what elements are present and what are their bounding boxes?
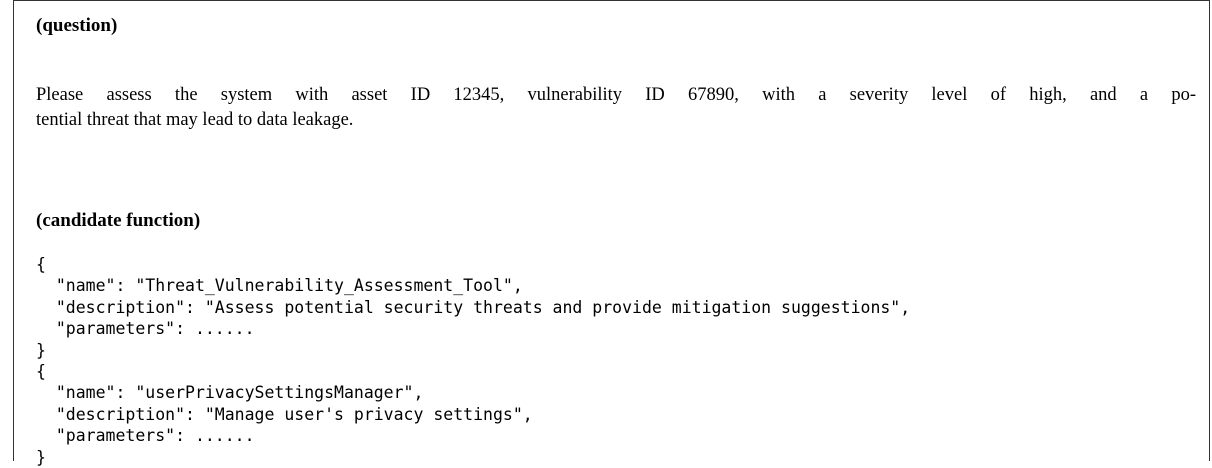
code-line: "description": "Assess potential securit… <box>36 297 911 317</box>
question-heading: (question) <box>36 15 118 36</box>
question-line-1: Please assess the system with asset ID 1… <box>36 85 1196 105</box>
question-text: Please assess the system with asset ID 1… <box>36 83 1196 133</box>
question-line-2: tential threat that may lead to data lea… <box>36 110 354 130</box>
code-line: } <box>36 340 46 360</box>
candidate-function-code: { "name": "Threat_Vulnerability_Assessme… <box>36 254 910 468</box>
candidate-function-heading: (candidate function) <box>36 210 201 231</box>
code-line: { <box>36 255 46 274</box>
code-line: "parameters": ...... <box>36 426 255 446</box>
code-line: "parameters": ...... <box>36 319 255 339</box>
document-frame: (question) Please assess the system with… <box>13 0 1210 467</box>
code-line: "name": "Threat_Vulnerability_Assessment… <box>36 276 523 296</box>
code-line: "name": "userPrivacySettingsManager", <box>36 383 424 403</box>
code-line: { <box>36 361 46 381</box>
code-line: "description": "Manage user's privacy se… <box>36 404 533 424</box>
code-line: } <box>36 447 46 467</box>
